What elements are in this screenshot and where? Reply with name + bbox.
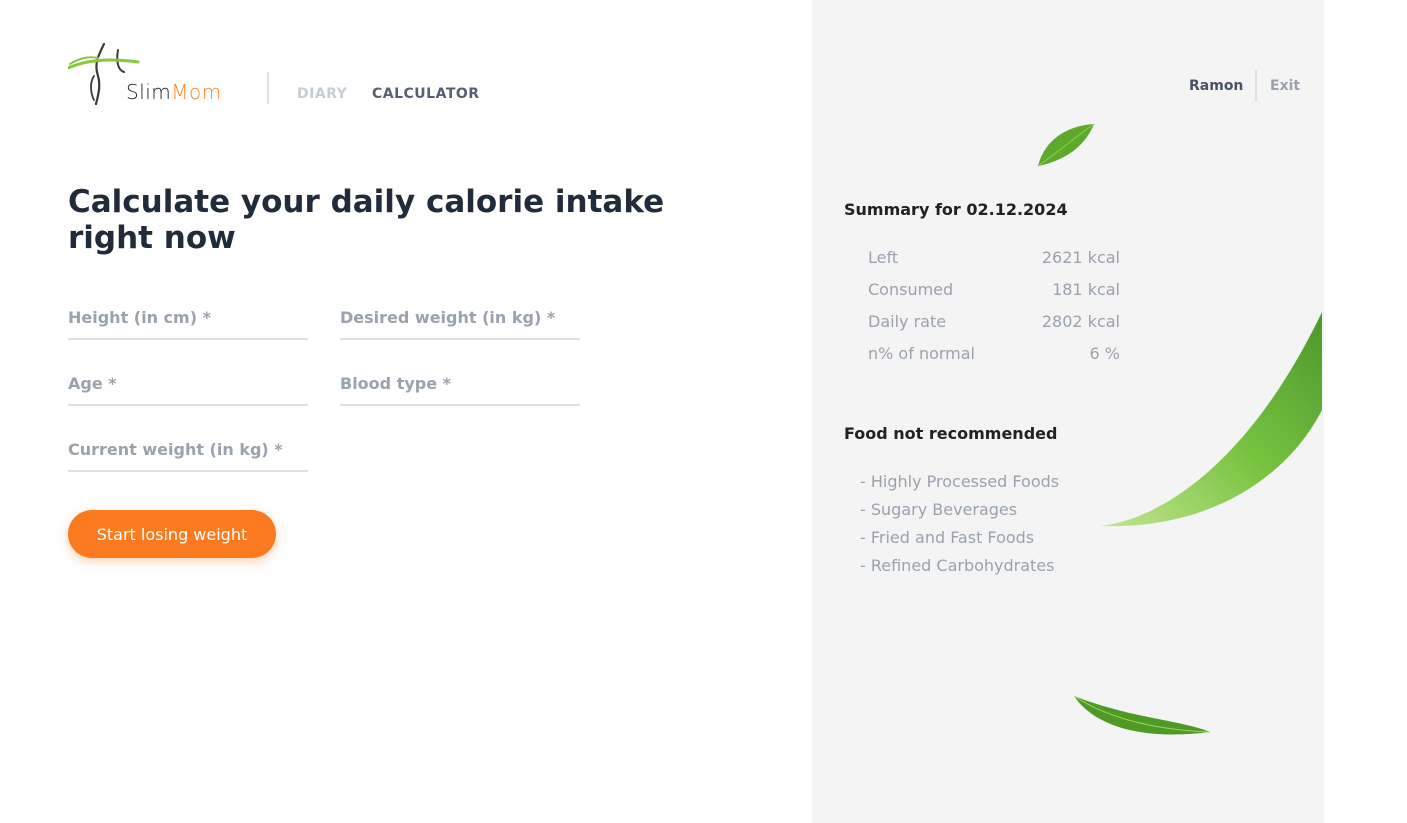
logo-text: SlimMom [126,80,222,104]
age-input[interactable] [68,368,308,398]
summary-row-value: 2621 kcal [1041,248,1120,267]
summary-row-value: 2802 kcal [1041,312,1120,331]
summary-row-label: Daily rate [868,312,947,331]
exit-button[interactable]: Exit [1270,78,1300,94]
summary-row-consumed: Consumed 181 kcal [868,280,1120,302]
food-list-item: - Highly Processed Foods [860,472,1060,491]
summary-row-left: Left 2621 kcal [868,248,1120,270]
summary-row-percent-normal: n% of normal 6 % [868,344,1120,366]
desired-weight-input[interactable] [340,302,580,332]
summary-row-label: Consumed [868,280,954,299]
age-field [68,368,308,406]
summary-row-value: 181 kcal [1052,280,1120,299]
height-input[interactable] [68,302,308,332]
summary-row-label: n% of normal [868,344,975,363]
logo-text-slim: Slim [126,80,172,104]
summary-row-value: 6 % [1089,344,1120,363]
summary-title: Summary for 02.12.2024 [844,200,1068,219]
nav-diary-link[interactable]: DIARY [297,86,347,102]
nav-calculator-link[interactable]: CALCULATOR [372,86,480,102]
food-list-item: - Sugary Beverages [860,500,1018,519]
blood-type-input[interactable] [340,368,580,398]
user-divider [1255,70,1257,102]
food-list-item: - Fried and Fast Foods [860,528,1035,547]
page: SlimMom DIARY CALCULATOR Ramon Exit Calc… [0,0,1407,823]
desired-weight-field [340,302,580,340]
leaf-small-icon [1037,123,1095,167]
start-losing-weight-button[interactable]: Start losing weight [68,510,276,558]
logo-text-mom: Mom [171,80,222,104]
height-field [68,302,308,340]
leaf-large-icon [1100,312,1322,527]
summary-panel [812,0,1324,823]
summary-row-daily-rate: Daily rate 2802 kcal [868,312,1120,334]
food-list-item: - Refined Carbohydrates [860,556,1055,575]
blood-type-field [340,368,580,406]
food-not-recommended-title: Food not recommended [844,424,1058,443]
nav-divider [267,72,269,104]
page-title: Calculate your daily calorie intake righ… [68,184,665,256]
current-weight-field [68,434,308,472]
summary-row-label: Left [868,248,899,267]
user-name: Ramon [1189,78,1244,94]
current-weight-input[interactable] [68,434,308,464]
logo[interactable]: SlimMom [68,42,240,106]
leaf-bottom-icon [1073,695,1211,735]
